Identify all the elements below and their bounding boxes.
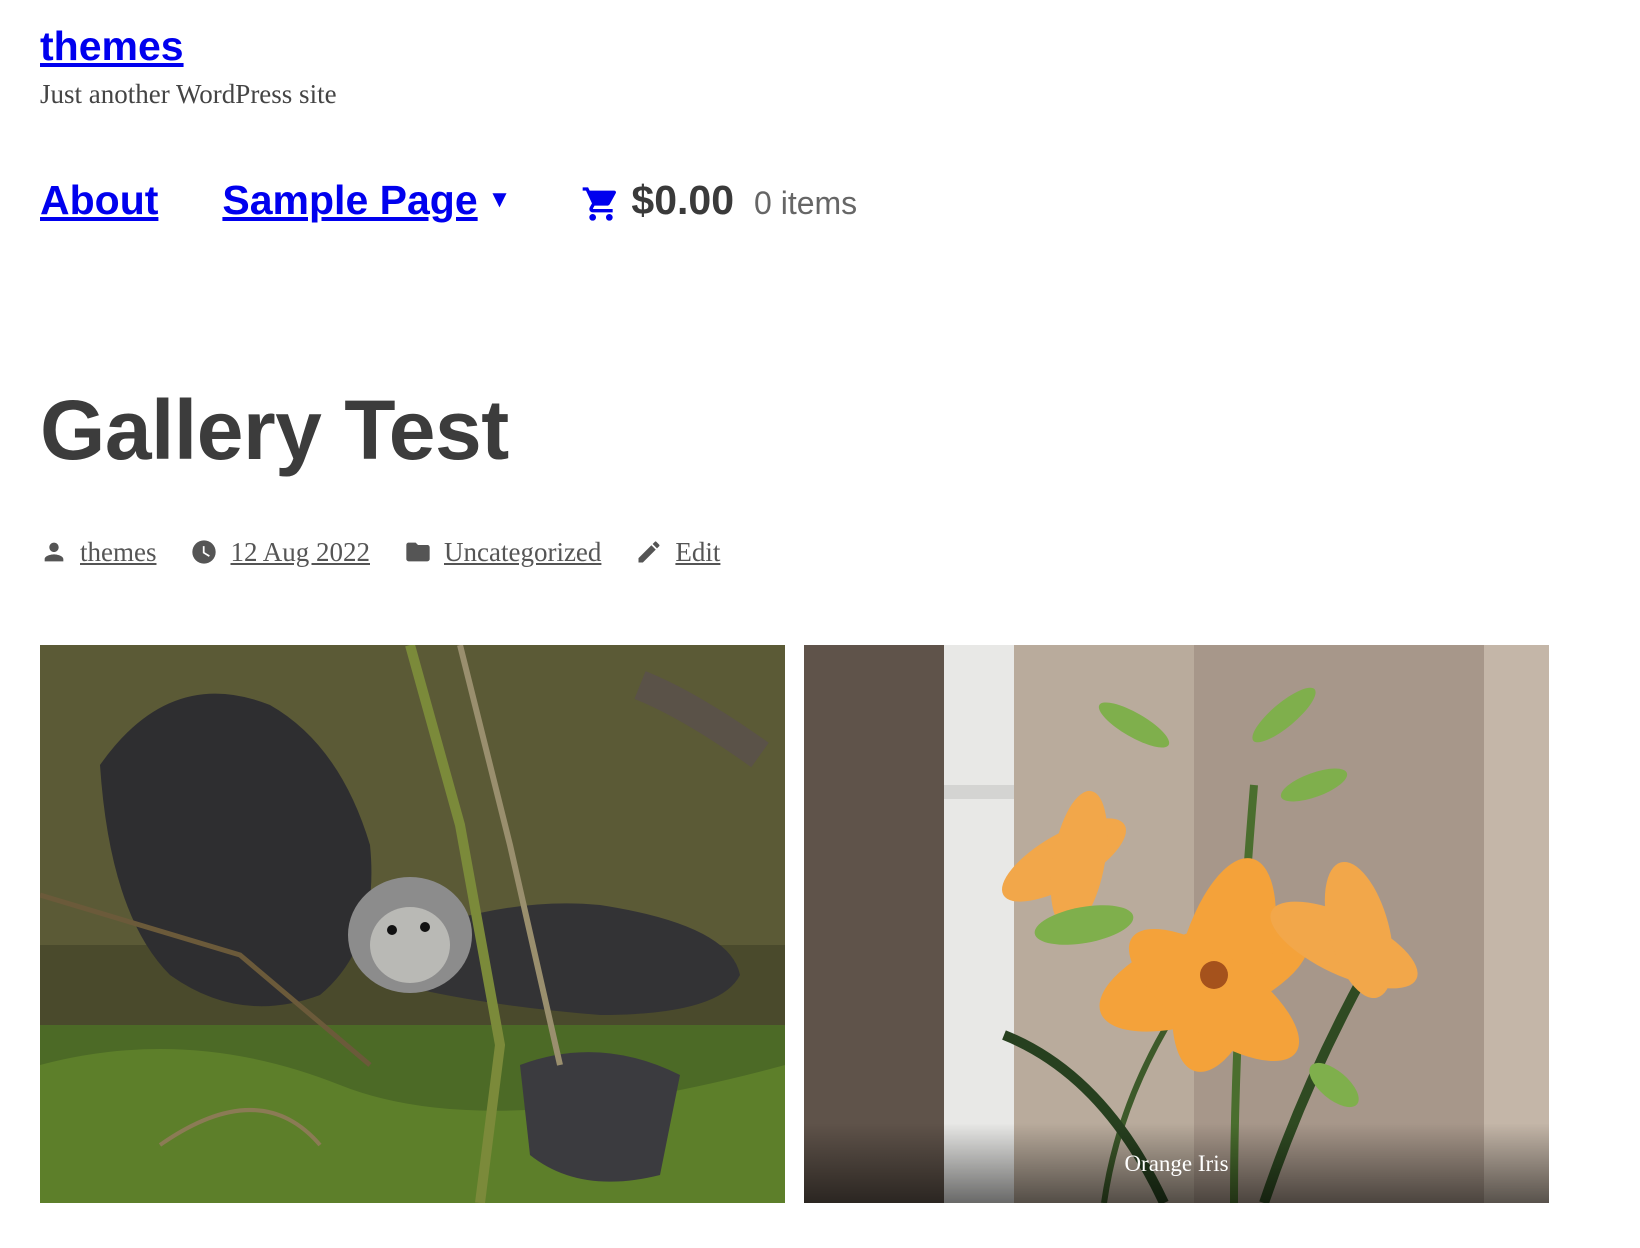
folder-icon [406, 542, 430, 562]
image-caption: Orange Iris [1124, 1151, 1229, 1176]
meta-author: themes [40, 537, 156, 568]
otters-photo [40, 645, 785, 1203]
edit-link[interactable]: Edit [675, 537, 720, 568]
gallery-image-otters[interactable] [40, 645, 785, 1203]
meta-edit: Edit [635, 537, 720, 568]
category-link[interactable]: Uncategorized [444, 537, 601, 568]
primary-navigation: About Sample Page ▼ $0.00 0 items [40, 170, 857, 230]
pencil-icon [638, 541, 660, 563]
caret-down-icon[interactable]: ▼ [488, 186, 512, 214]
author-link[interactable]: themes [80, 537, 156, 568]
person-icon [44, 542, 64, 562]
post-title: Gallery Test [40, 383, 509, 477]
lilies-photo [804, 645, 1549, 1203]
post-meta: themes 12 Aug 2022 Uncategorized Edit [40, 530, 754, 574]
meta-date: 12 Aug 2022 [190, 537, 370, 568]
cart-item-count: 0 items [754, 184, 858, 221]
cart-total: $0.00 [631, 177, 735, 223]
site-tagline: Just another WordPress site [40, 79, 337, 109]
cart-icon [583, 187, 617, 221]
gallery-image-orange-iris[interactable]: Orange Iris [804, 645, 1549, 1203]
nav-item-sample-page[interactable]: Sample Page [222, 175, 477, 225]
meta-category: Uncategorized [404, 537, 601, 568]
date-link[interactable]: 12 Aug 2022 [230, 537, 370, 568]
cart-link[interactable]: $0.00 0 items [581, 175, 857, 225]
clock-icon [192, 540, 217, 564]
image-gallery: Orange Iris [40, 645, 1549, 1203]
site-title-link[interactable]: themes [40, 18, 184, 74]
nav-item-about[interactable]: About [40, 175, 158, 225]
